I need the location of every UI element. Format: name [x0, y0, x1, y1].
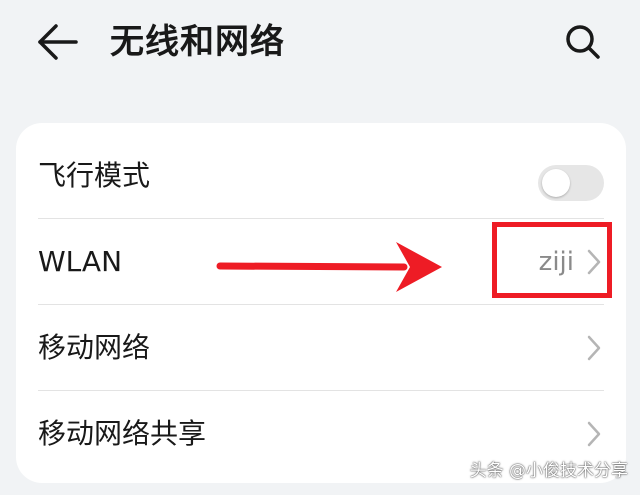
annotation-highlight-box: [492, 222, 612, 298]
settings-screen: 无线和网络 飞行模式 WLAN ziji 移动网络 移动网络共享 头条 @小俊技…: [0, 0, 640, 495]
annotation-arrow: [216, 242, 442, 292]
row-label: 移动网络共享: [38, 417, 207, 450]
settings-card: 飞行模式 WLAN ziji 移动网络 移动网络共享: [16, 123, 626, 483]
airplane-mode-toggle[interactable]: [538, 165, 604, 201]
top-app-bar: 无线和网络: [0, 0, 640, 90]
search-icon: [566, 25, 600, 59]
chevron-right-icon: [587, 335, 601, 361]
search-button[interactable]: [560, 20, 608, 64]
row-label: 飞行模式: [38, 159, 151, 192]
watermark: 头条 @小俊技术分享: [469, 461, 628, 481]
back-button[interactable]: [30, 20, 82, 64]
chevron-right-icon: [587, 421, 601, 447]
row-label: 移动网络: [38, 331, 151, 364]
toggle-knob: [542, 169, 570, 197]
page-title: 无线和网络: [110, 22, 285, 62]
settings-row-airplane-mode[interactable]: 飞行模式: [16, 133, 626, 219]
row-label: WLAN: [38, 245, 123, 278]
settings-row-mobile-network[interactable]: 移动网络: [16, 305, 626, 391]
arrow-left-icon: [38, 24, 78, 60]
